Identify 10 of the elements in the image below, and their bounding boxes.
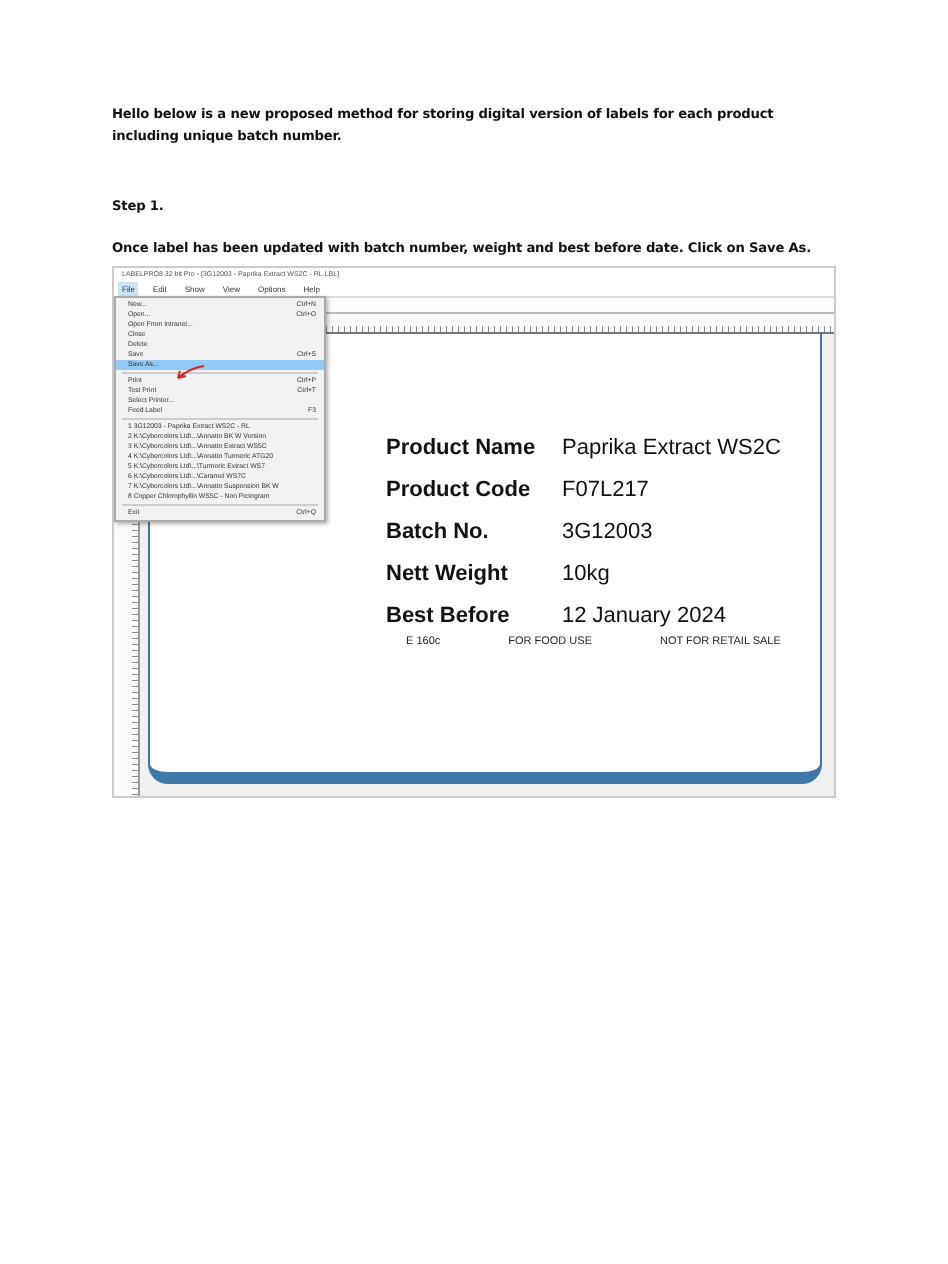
field-name: Nett Weight: [386, 561, 510, 585]
field-name: Batch No.: [386, 519, 491, 543]
field-value: F07L217: [562, 477, 649, 501]
field-value: 10kg: [562, 561, 610, 585]
field-name: Product Name: [386, 435, 538, 459]
field-value: 12 January 2024: [562, 603, 726, 627]
field-value: 3G12003: [562, 519, 653, 543]
field-name: Best Before: [386, 603, 512, 627]
field-name: Product Code: [386, 477, 533, 501]
field-value: Paprika Extract WS2C: [562, 435, 781, 459]
